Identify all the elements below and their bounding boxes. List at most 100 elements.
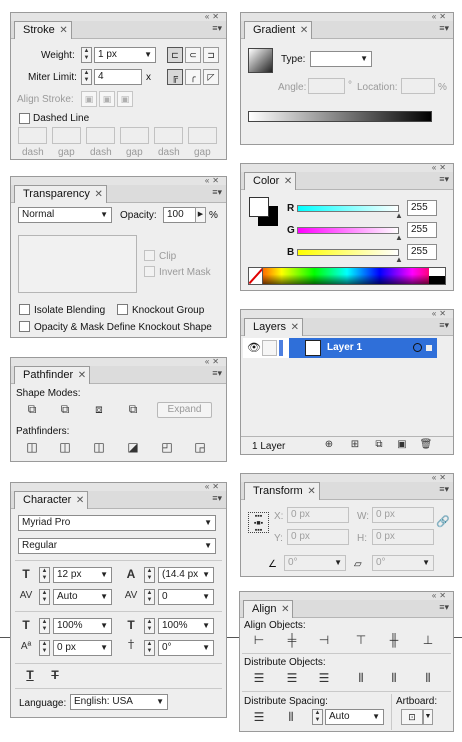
font-size-stepper[interactable]: ▲ ▼ <box>39 567 50 583</box>
panel-titlebar[interactable]: «✕ <box>11 482 226 491</box>
align-right-icon[interactable]: ⊣ <box>316 633 332 647</box>
minus-front-icon[interactable]: ⧉ <box>57 402 73 416</box>
panel-menu-icon[interactable]: ≡▾ <box>212 369 222 378</box>
tracking-stepper[interactable]: ▲ ▼ <box>144 589 155 605</box>
panel-titlebar[interactable]: «✕ <box>11 12 226 21</box>
panel-menu-icon[interactable]: ≡▾ <box>439 321 449 330</box>
miter-stepper[interactable]: ▲ ▼ <box>81 69 92 85</box>
none-swatch-icon[interactable] <box>249 268 263 284</box>
knockout-group-checkbox[interactable] <box>117 304 128 315</box>
new-layer-icon[interactable]: ▣ <box>394 438 410 452</box>
angle-field[interactable] <box>308 78 345 94</box>
invert-mask-checkbox[interactable] <box>144 266 155 277</box>
align-inside-button[interactable]: ▣ <box>99 91 115 107</box>
distribute-top-icon[interactable]: ☰ <box>251 671 267 685</box>
trim-icon[interactable]: ◫ <box>57 440 73 454</box>
panel-controls-icon[interactable]: «✕ <box>205 482 222 491</box>
blue-slider-handle[interactable]: ▲ <box>395 255 403 264</box>
character-rotation-field[interactable]: 0° ▼ <box>158 640 214 656</box>
panel-menu-icon[interactable]: ≡▾ <box>439 485 449 494</box>
panel-titlebar[interactable]: «✕ <box>241 309 453 318</box>
close-icon[interactable]: ✕ <box>300 22 308 39</box>
divide-icon[interactable]: ◫ <box>24 440 40 454</box>
tab-align[interactable]: Align ✕ <box>243 600 294 618</box>
location-field[interactable] <box>401 78 435 94</box>
distribute-horizontal-center-icon[interactable]: ⦀ <box>386 671 402 685</box>
close-icon[interactable]: ✕ <box>59 22 67 39</box>
target-circle-icon[interactable] <box>413 343 422 352</box>
vertical-scale-field[interactable]: 100% ▼ <box>53 618 112 634</box>
crop-icon[interactable]: ◪ <box>125 440 141 454</box>
clip-checkbox[interactable] <box>144 250 155 261</box>
gap-field-2[interactable] <box>120 127 149 144</box>
miter-field[interactable]: 4 <box>94 69 142 85</box>
eye-icon[interactable]: 👁 <box>247 341 261 354</box>
distribute-bottom-icon[interactable]: ☰ <box>316 671 332 685</box>
x-field[interactable]: 0 px <box>287 507 349 523</box>
lock-toggle[interactable] <box>262 340 277 356</box>
font-style-select[interactable]: Regular ▼ <box>18 538 216 554</box>
panel-controls-icon[interactable]: «✕ <box>205 12 222 21</box>
gradient-ramp[interactable] <box>248 111 432 122</box>
panel-titlebar[interactable]: «✕ <box>11 357 226 366</box>
align-bottom-icon[interactable]: ⊥ <box>420 633 436 647</box>
red-slider[interactable] <box>297 205 399 212</box>
opacity-slider-button[interactable]: ▶ <box>195 207 206 223</box>
unite-icon[interactable]: ⧉ <box>24 402 40 416</box>
type-select[interactable]: ▼ <box>310 51 372 67</box>
leading-field[interactable]: (14.4 px ▼ <box>158 567 214 583</box>
tab-color[interactable]: Color ✕ <box>244 172 297 190</box>
make-clipping-mask-icon[interactable]: ⊞ <box>347 438 363 452</box>
distribute-left-icon[interactable]: ⦀ <box>353 671 369 685</box>
panel-menu-icon[interactable]: ≡▾ <box>212 24 222 33</box>
dash-field-1[interactable] <box>18 127 47 144</box>
minus-back-icon[interactable]: ◲ <box>192 440 208 454</box>
reference-point-icon[interactable]: ▪▪▪ ▪■▪ ▪▪▪ <box>248 512 269 534</box>
merge-icon[interactable]: ◫ <box>91 440 107 454</box>
green-field[interactable]: 255 <box>407 222 437 238</box>
layer-name[interactable]: Layer 1 <box>327 342 362 353</box>
opacity-mask-knockout-checkbox[interactable] <box>19 321 30 332</box>
panel-titlebar[interactable]: «✕ <box>241 12 453 21</box>
join-round-button[interactable]: ╭ <box>185 69 201 85</box>
panel-titlebar[interactable]: «✕ <box>241 473 453 482</box>
tab-transparency[interactable]: Transparency ✕ <box>14 185 107 203</box>
align-center-button[interactable]: ▣ <box>81 91 97 107</box>
close-icon[interactable]: ✕ <box>291 319 299 336</box>
opacity-field[interactable]: 100 <box>163 207 197 223</box>
blend-mode-select[interactable]: Normal ▼ <box>18 207 112 223</box>
panel-titlebar[interactable]: «✕ <box>241 163 453 172</box>
language-select[interactable]: English: USA ▼ <box>70 694 168 710</box>
outline-icon[interactable]: ◰ <box>159 440 175 454</box>
vertical-distribute-space-icon[interactable]: ☰ <box>251 710 267 724</box>
w-field[interactable]: 0 px <box>372 507 434 523</box>
kerning-field[interactable]: Auto ▼ <box>53 589 112 605</box>
panel-controls-icon[interactable]: «✕ <box>205 357 222 366</box>
vertical-scale-stepper[interactable]: ▲ ▼ <box>39 618 50 634</box>
panel-controls-icon[interactable]: «✕ <box>432 309 449 318</box>
spacing-field[interactable]: Auto ▼ <box>325 709 384 725</box>
gap-field-1[interactable] <box>52 127 81 144</box>
panel-menu-icon[interactable]: ≡▾ <box>439 24 449 33</box>
close-icon[interactable]: ✕ <box>78 367 86 384</box>
horizontal-scale-stepper[interactable]: ▲ ▼ <box>144 618 155 634</box>
black-swatch[interactable] <box>429 276 445 284</box>
font-family-select[interactable]: Myriad Pro ▼ <box>18 515 216 531</box>
cap-square-button[interactable]: ⊐ <box>203 47 219 63</box>
align-horizontal-center-icon[interactable]: ╪ <box>284 633 300 647</box>
intersect-icon[interactable]: ⧈ <box>91 402 107 416</box>
distribute-right-icon[interactable]: ⦀ <box>420 671 436 685</box>
panel-controls-icon[interactable]: «✕ <box>432 163 449 172</box>
green-slider-handle[interactable]: ▲ <box>395 233 403 242</box>
align-outside-button[interactable]: ▣ <box>117 91 133 107</box>
panel-controls-icon[interactable]: «✕ <box>432 473 449 482</box>
panel-controls-icon[interactable]: «✕ <box>205 176 222 185</box>
horizontal-distribute-space-icon[interactable]: ⦀ <box>283 710 299 724</box>
panel-controls-icon[interactable]: «✕ <box>432 12 449 21</box>
gap-field-3[interactable] <box>188 127 217 144</box>
panel-menu-icon[interactable]: ≡▾ <box>439 603 449 612</box>
rotate-field[interactable]: 0° ▼ <box>284 555 346 571</box>
tab-layers[interactable]: Layers ✕ <box>244 318 304 336</box>
distribute-vertical-center-icon[interactable]: ☰ <box>284 671 300 685</box>
panel-titlebar[interactable]: «✕ <box>11 176 226 185</box>
